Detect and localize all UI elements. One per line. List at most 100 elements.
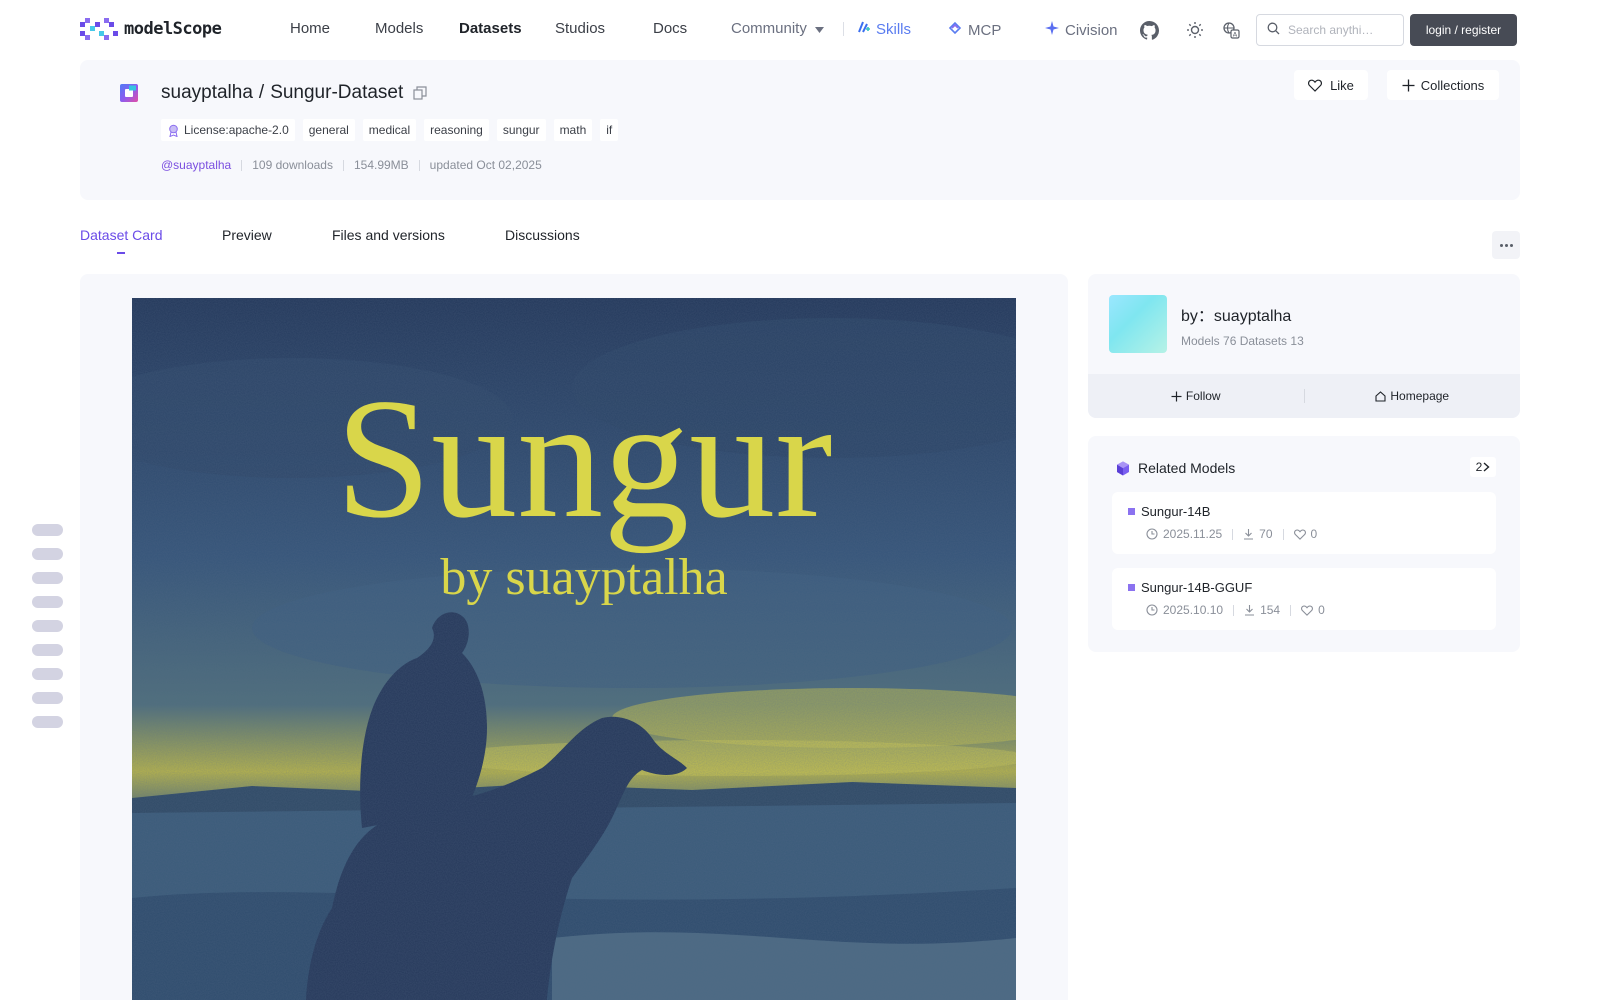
- model-date-label: 2025.11.25: [1163, 527, 1223, 541]
- cover-image: Sungur by suayptalha: [132, 298, 1016, 1000]
- nav-docs[interactable]: Docs: [653, 20, 687, 37]
- table-of-contents: [32, 524, 63, 740]
- login-register-button[interactable]: login / register: [1410, 14, 1517, 46]
- active-tab-indicator: [117, 252, 125, 254]
- related-model-item[interactable]: Sungur-14B 2025.11.25 70 0: [1112, 492, 1496, 554]
- related-models-count-button[interactable]: 2: [1470, 457, 1496, 477]
- model-bullet-icon: [1128, 508, 1135, 515]
- model-likes: 0: [1301, 603, 1325, 617]
- toc-item[interactable]: [32, 716, 63, 728]
- nav-studios[interactable]: Studios: [555, 20, 605, 37]
- related-model-item[interactable]: Sungur-14B-GGUF 2025.10.10 154 0: [1112, 568, 1496, 630]
- tag-medical[interactable]: medical: [362, 119, 417, 141]
- model-name[interactable]: Sungur-14B-GGUF: [1128, 580, 1252, 595]
- caret-down-icon: [814, 20, 824, 37]
- modelscope-logo[interactable]: modelScope: [80, 18, 222, 40]
- model-date: 2025.11.25: [1146, 527, 1222, 541]
- author-counts: Models 76 Datasets 13: [1181, 334, 1304, 348]
- tag-if[interactable]: if: [600, 119, 619, 141]
- copy-icon[interactable]: [413, 86, 427, 100]
- heart-icon: [1308, 79, 1323, 92]
- cover-title: Sungur: [336, 364, 833, 554]
- search-box[interactable]: [1256, 14, 1404, 46]
- tag-math[interactable]: math: [553, 119, 593, 141]
- plus-icon: [1171, 391, 1182, 402]
- nav-community[interactable]: Community: [731, 20, 824, 37]
- dataset-size: 154.99MB: [353, 158, 409, 172]
- download-icon: [1244, 604, 1255, 616]
- toc-item[interactable]: [32, 692, 63, 704]
- toc-item[interactable]: [32, 548, 63, 560]
- author-card: by：suayptalha Models 76 Datasets 13 Foll…: [1088, 274, 1520, 418]
- like-button[interactable]: Like: [1294, 70, 1368, 100]
- nav-community-label: Community: [731, 20, 807, 37]
- meta-divider: [418, 159, 420, 171]
- nav-skills-label: Skills: [876, 20, 912, 38]
- collections-label: Collections: [1420, 77, 1485, 93]
- tab-preview[interactable]: Preview: [222, 227, 272, 243]
- toc-item[interactable]: [32, 668, 63, 680]
- nav-datasets[interactable]: Datasets: [459, 20, 522, 37]
- author-name[interactable]: by：suayptalha: [1181, 302, 1291, 326]
- github-icon[interactable]: [1138, 19, 1160, 41]
- model-meta: 2025.10.10 154 0: [1146, 603, 1325, 617]
- language-switch-icon[interactable]: A: [1220, 19, 1242, 41]
- theme-toggle-sun-icon[interactable]: [1184, 19, 1206, 41]
- more-options-icon[interactable]: [1492, 231, 1520, 259]
- author-actions: Follow Homepage: [1088, 374, 1520, 418]
- dataset-owner[interactable]: suayptalha: [161, 82, 253, 104]
- model-downloads: 70: [1243, 527, 1273, 541]
- tag-sungur[interactable]: sungur: [496, 119, 546, 141]
- nav-civision[interactable]: Civision: [1044, 20, 1118, 40]
- cube-icon: [1116, 461, 1130, 476]
- tag-general[interactable]: general: [302, 119, 355, 141]
- meta-divider: [1233, 604, 1235, 616]
- like-label: Like: [1330, 77, 1354, 93]
- tab-files-and-versions[interactable]: Files and versions: [332, 227, 445, 243]
- homepage-label: Homepage: [1390, 389, 1450, 403]
- dataset-name: Sungur-Dataset: [270, 82, 404, 103]
- model-likes-label: 0: [1318, 603, 1325, 617]
- license-tag[interactable]: License:apache-2.0: [161, 119, 295, 141]
- related-models-title: Related Models: [1138, 460, 1236, 476]
- nav-civision-label: Civision: [1065, 21, 1118, 39]
- model-likes: 0: [1293, 527, 1317, 541]
- toc-item[interactable]: [32, 644, 63, 656]
- nav-models[interactable]: Models: [375, 20, 423, 37]
- toc-item[interactable]: [32, 620, 63, 632]
- nav-skills[interactable]: Skills: [857, 20, 911, 38]
- author-handle-link[interactable]: @suayptalha: [161, 158, 231, 172]
- tag-reasoning[interactable]: reasoning: [424, 119, 489, 141]
- tab-discussions[interactable]: Discussions: [505, 227, 580, 243]
- title-separator: /: [258, 82, 265, 103]
- collections-button[interactable]: Collections: [1387, 70, 1499, 100]
- nav-mcp-label: MCP: [968, 21, 1002, 39]
- model-name-label: Sungur-14B-GGUF: [1141, 580, 1253, 595]
- dataset-card-content: Sungur by suayptalha: [80, 274, 1068, 1000]
- related-models-header: Related Models: [1116, 460, 1235, 476]
- homepage-button[interactable]: Homepage: [1305, 389, 1521, 403]
- toc-item[interactable]: [32, 572, 63, 584]
- tag-list: License:apache-2.0 general medical reaso…: [161, 119, 619, 141]
- model-name[interactable]: Sungur-14B: [1128, 504, 1210, 519]
- search-input[interactable]: [1288, 23, 1388, 37]
- dataset-title: suayptalha / Sungur-Dataset: [161, 82, 427, 104]
- nav-home[interactable]: Home: [290, 20, 330, 37]
- tab-dataset-card[interactable]: Dataset Card: [80, 227, 162, 243]
- model-date-label: 2025.10.10: [1163, 603, 1224, 617]
- top-nav: modelScope Home Models Datasets Studios …: [0, 0, 1600, 58]
- clock-icon: [1146, 528, 1158, 540]
- toc-item[interactable]: [32, 524, 63, 536]
- heart-icon: [1301, 604, 1314, 616]
- download-count: 109 downloads: [252, 158, 333, 172]
- chevron-right-icon: [1483, 462, 1490, 472]
- toc-item[interactable]: [32, 596, 63, 608]
- download-icon: [1243, 528, 1254, 540]
- svg-text:A: A: [1233, 30, 1238, 38]
- nav-mcp[interactable]: MCP: [947, 20, 1001, 40]
- avatar[interactable]: [1109, 295, 1167, 353]
- home-icon: [1375, 390, 1386, 402]
- follow-button[interactable]: Follow: [1088, 389, 1304, 403]
- modelscope-logo-icon: [80, 18, 118, 40]
- license-icon: [167, 124, 180, 137]
